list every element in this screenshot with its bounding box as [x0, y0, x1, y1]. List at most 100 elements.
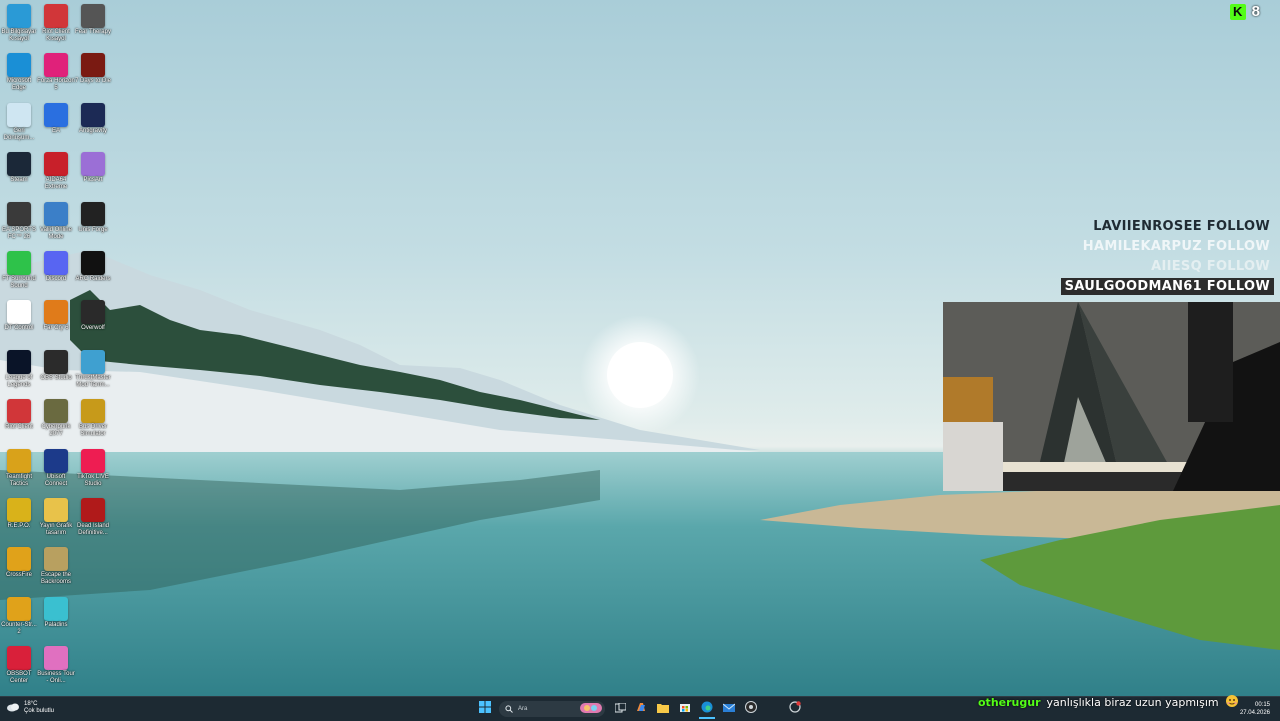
start-button[interactable] — [477, 701, 493, 717]
cyberpunk-icon — [44, 399, 68, 424]
desktop-shortcut[interactable]: OBS Studio — [37, 348, 75, 382]
desktop-shortcut[interactable]: EA SPORTS FC™ 26 — [0, 200, 38, 241]
fc26-icon — [7, 201, 31, 226]
follower-name: SAULGOODMAN61 — [1064, 279, 1202, 294]
follow-item: SAULGOODMAN61 FOLLOW — [1060, 278, 1274, 295]
desktop-shortcut-label: Unis Forge — [78, 226, 108, 233]
file-explorer-button[interactable] — [655, 701, 671, 717]
desktop-shortcut[interactable]: ARC Raiders — [74, 249, 112, 283]
steam-icon — [7, 152, 31, 177]
desktop-shortcut-label: 7 Days to Die — [74, 78, 111, 85]
desktop-shortcut[interactable]: Discord — [37, 249, 75, 283]
search-placeholder: Ara — [518, 706, 528, 712]
farcry-icon — [44, 300, 68, 325]
desktop-shortcut-label: Valid Online Mode — [40, 226, 72, 240]
follow-label: FOLLOW — [1206, 279, 1270, 294]
desktop-shortcut[interactable]: Bu Bilgisayar Kısayol — [0, 2, 38, 43]
backrooms-icon — [44, 547, 68, 572]
chat-username: otherugur — [978, 696, 1041, 709]
desktop-shortcut-label: Cyberpunk 2077 — [41, 424, 71, 438]
recording-app-button[interactable] — [787, 701, 803, 717]
picsart-icon — [81, 152, 105, 177]
desktop-shortcut[interactable]: Fear Therapy — [74, 2, 112, 36]
mail-button[interactable] — [721, 701, 737, 717]
desktop-shortcut[interactable]: Steam — [0, 150, 38, 184]
follower-name: AIIESQ — [1151, 259, 1202, 274]
desktop-shortcut[interactable]: Geri Dönüşüm... — [0, 101, 38, 142]
desktop-shortcut[interactable]: Yayın Grafik tasarım — [37, 496, 75, 537]
desktop-shortcut[interactable]: Overwolf — [74, 298, 112, 332]
copilot-button[interactable] — [633, 701, 649, 717]
desktop-shortcut-label: Bus Driver Simulator — [78, 424, 107, 438]
edge-taskbar-button[interactable] — [699, 701, 715, 719]
desktop-shortcut-label: DT Control — [4, 325, 34, 332]
tiktok-icon — [81, 448, 105, 473]
obs-taskbar-button[interactable] — [743, 701, 759, 717]
search-highlight-icon — [580, 700, 602, 718]
task-view-button[interactable] — [612, 701, 628, 717]
forza-icon — [44, 53, 68, 78]
follow-item: HAMILEKARPUZ FOLLOW — [1079, 238, 1274, 255]
desktop-shortcut-label: Bu Bilgisayar Kısayol — [1, 29, 37, 42]
desktop-shortcut[interactable]: Forza Horizon 5 — [37, 51, 75, 92]
ea-icon — [44, 102, 68, 127]
desktop-shortcut-label: Geri Dönüşüm... — [3, 127, 35, 141]
microsoft-store-button[interactable] — [677, 701, 693, 717]
weather-widget[interactable]: 18°C Çok bulutlu — [6, 699, 54, 717]
desktop-shortcut[interactable]: CrossFire — [0, 545, 38, 579]
follower-name: HAMILEKARPUZ — [1082, 239, 1202, 254]
desktop-shortcut[interactable]: DT Control — [0, 298, 38, 332]
desktop-shortcut[interactable]: EA — [37, 101, 75, 135]
desktop-shortcut[interactable]: 7 Days to Die — [74, 51, 112, 85]
forge-icon — [81, 201, 105, 226]
desktop-shortcut-label: Paladins — [44, 621, 68, 628]
copilot-icon — [635, 700, 647, 718]
weather-cloud-icon — [6, 699, 20, 717]
desktop-shortcut-label: Antigravity — [78, 127, 107, 134]
desktop-shortcut[interactable]: Teamfight Tactics — [0, 447, 38, 488]
desktop-shortcut[interactable]: Unis Forge — [74, 200, 112, 234]
search-icon — [505, 700, 513, 718]
desktop-shortcut[interactable]: Counter-Str... 2 — [0, 595, 38, 636]
desktop-shortcut[interactable]: Far Cry 6 — [37, 298, 75, 332]
desktop-shortcut[interactable]: Business Tour - Onli... — [37, 644, 75, 685]
desktop-shortcut[interactable]: FT Surround Sound — [0, 249, 38, 290]
desktop-shortcut[interactable]: Riot Client Kısayol — [37, 2, 75, 43]
desktop-shortcut-label: League of Legends — [5, 374, 33, 388]
chat-message-overlay: otherugur yanlışlıkla biraz uzun yapmışı… — [978, 694, 1239, 711]
desktop-shortcut-label: FT Surround Sound — [2, 276, 36, 289]
desktop-shortcut[interactable]: Riot Client — [0, 397, 38, 431]
desktop-shortcut[interactable]: Ubisoft Connect — [37, 447, 75, 488]
follow-label: FOLLOW — [1206, 239, 1270, 254]
desktop-shortcut[interactable]: Valid Online Mode — [37, 200, 75, 241]
desktop-shortcut[interactable]: AIDA64 Extreme — [37, 150, 75, 191]
desktop-shortcut[interactable]: Dead Island Definitive... — [74, 496, 112, 537]
store-icon — [679, 700, 691, 718]
windows-logo-icon — [479, 700, 491, 718]
desktop-shortcut[interactable]: League of Legends — [0, 348, 38, 389]
clock-date: 27.04.2026 — [1239, 710, 1270, 716]
desktop-shortcut-label: Riot Client Kısayol — [42, 29, 70, 42]
clock-time: 00:15 — [1254, 702, 1270, 708]
crossfire-icon — [7, 547, 31, 572]
record-icon — [789, 700, 801, 718]
desktop-shortcut[interactable]: R.E.P.O. — [0, 496, 38, 530]
desktop-shortcut-label: EA SPORTS FC™ 26 — [2, 226, 36, 240]
desktop-shortcut[interactable]: ThrustMaster Mod Tarım... — [74, 348, 112, 389]
desktop-shortcut[interactable]: Escape the Backrooms — [37, 545, 75, 586]
desktop-shortcut[interactable]: OBSBOT Center — [0, 644, 38, 685]
desktop-shortcut[interactable]: Microsoft Edge — [0, 51, 38, 92]
desktop-shortcut[interactable]: PicsArt — [74, 150, 112, 184]
tft-icon — [7, 448, 31, 473]
desktop-shortcut-label: Counter-Str... 2 — [1, 621, 37, 635]
dt-control-icon — [7, 300, 31, 325]
desktop-shortcut[interactable]: Antigravity — [74, 101, 112, 135]
desktop-shortcut[interactable]: Bus Driver Simulator — [74, 397, 112, 438]
desktop-shortcut[interactable]: TikTok LIVE Studio — [74, 447, 112, 488]
desktop-shortcut[interactable]: Cyberpunk 2077 — [37, 397, 75, 438]
desktop-shortcut[interactable]: Paladins — [37, 595, 75, 629]
recent-follows-list: LAVIIENROSEE FOLLOW HAMILEKARPUZ FOLLOW … — [1060, 218, 1274, 295]
taskbar-search[interactable]: Ara — [499, 701, 605, 717]
mail-icon — [722, 700, 736, 718]
system-clock[interactable]: 00:15 27.04.2026 — [1240, 701, 1270, 717]
